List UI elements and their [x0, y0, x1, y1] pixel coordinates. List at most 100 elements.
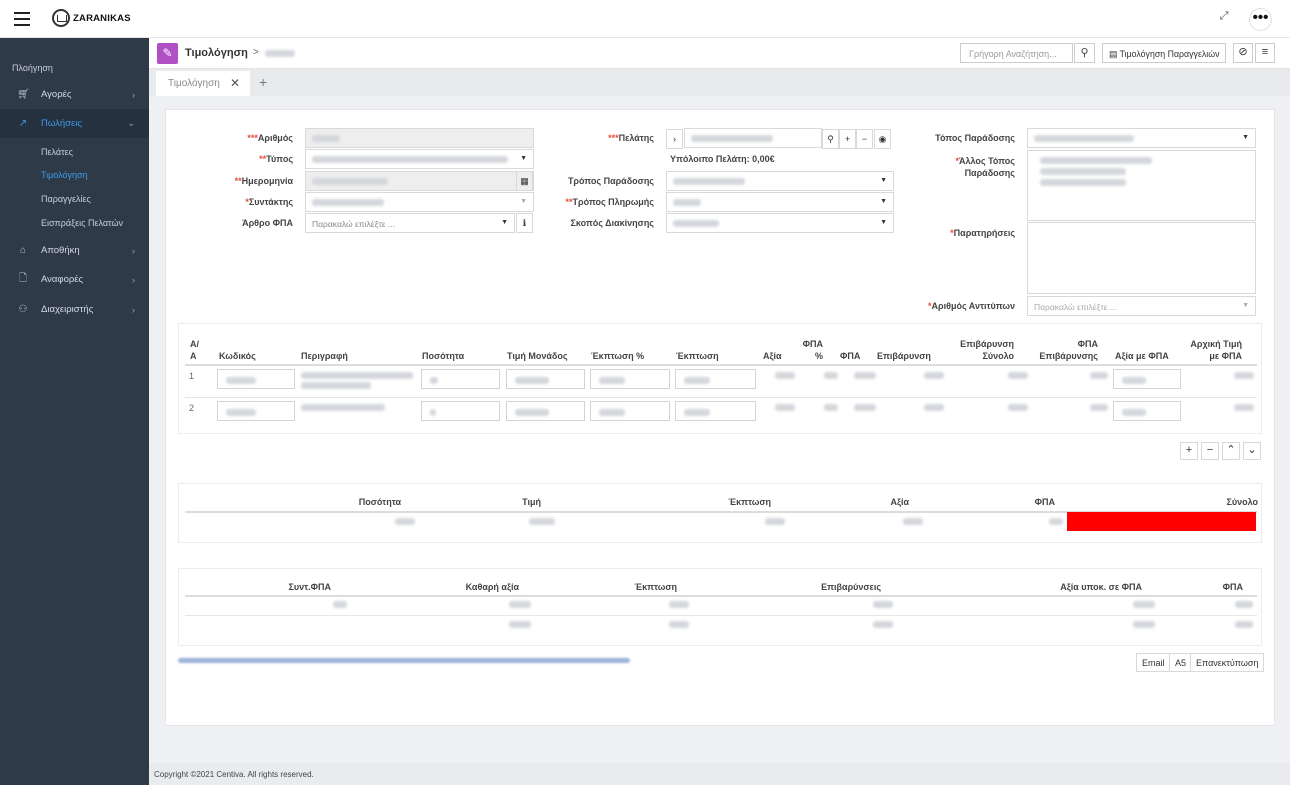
discount-pct-input[interactable]	[590, 369, 670, 389]
reprint-button[interactable]: Επανεκτύπωση	[1190, 653, 1265, 672]
add-row-button[interactable]: +	[1180, 442, 1198, 460]
list-icon[interactable]: ≡	[1255, 43, 1275, 63]
unit-price-input[interactable]	[506, 369, 585, 389]
add-customer-icon[interactable]: +	[839, 129, 856, 149]
caret-down-icon: ▼	[880, 219, 887, 226]
customer-field[interactable]	[684, 128, 822, 148]
number-label: ***Αριθμός	[247, 133, 293, 143]
remove-row-button[interactable]: −	[1201, 442, 1219, 460]
column-header-vat: ΦΠΑ	[1222, 582, 1243, 592]
totals-table: Ποσότητα Τιμή Έκπτωση Αξία ΦΠΑ Σύνολο	[178, 483, 1262, 543]
row-number: 1	[189, 371, 195, 381]
payment-method-select[interactable]: ▼	[666, 192, 894, 212]
vat-article-label: Άρθρο ΦΠΑ	[242, 218, 293, 228]
value-redacted	[775, 372, 795, 379]
document-link[interactable]	[178, 658, 630, 663]
shipment-purpose-select[interactable]: ▼	[666, 213, 894, 233]
a5-button[interactable]: A5	[1169, 653, 1193, 672]
discount-pct-input[interactable]	[590, 401, 670, 421]
vat-pct-redacted	[824, 404, 838, 411]
grand-total-cell	[1067, 512, 1256, 531]
more-options-button[interactable]: •••	[1249, 8, 1272, 31]
search-icon[interactable]: ⚲	[1074, 43, 1095, 63]
column-header-discount: Έκπτωση	[728, 497, 771, 507]
ban-icon[interactable]: ⊘	[1233, 43, 1253, 63]
sidebar-item-warehouse[interactable]: ⌂ Αποθήκη ›	[0, 236, 149, 265]
chart-line-icon: ↗	[18, 118, 28, 129]
code-input[interactable]	[217, 369, 295, 389]
sidebar-subitem-invoicing[interactable]: Τιμολόγηση	[41, 170, 88, 180]
net-value-redacted	[509, 601, 531, 608]
discount-input[interactable]	[675, 401, 756, 421]
discount-input[interactable]	[675, 369, 756, 389]
close-icon[interactable]: ✕	[230, 76, 240, 90]
brand-logo[interactable]: ZARANIKAS	[52, 9, 131, 27]
date-field[interactable]	[305, 171, 534, 191]
total-discount-redacted	[765, 518, 785, 525]
add-tab-icon[interactable]: +	[259, 74, 267, 90]
notes-textarea[interactable]	[1027, 222, 1256, 294]
column-header-total: Σύνολο	[1226, 497, 1258, 507]
type-label: **Τύπος	[259, 154, 293, 164]
calendar-icon[interactable]: ▦	[516, 171, 533, 191]
vat-article-select[interactable]: Παρακαλώ επιλέξτε ... ▼	[305, 213, 515, 233]
vat-redacted	[1235, 601, 1253, 608]
author-select[interactable]: ▼	[305, 192, 534, 212]
search-icon[interactable]: ⚲	[822, 129, 839, 149]
other-place-label: *Άλλος Τόπος Παράδοσης	[955, 156, 1016, 178]
type-select[interactable]: ▼	[305, 149, 534, 169]
delivery-place-select[interactable]: ▼	[1027, 128, 1256, 148]
move-row-down-button[interactable]: ⌄	[1243, 442, 1261, 460]
quantity-input[interactable]	[421, 369, 500, 389]
original-price-redacted	[1234, 404, 1254, 411]
column-header-discount-pct: Έκπτωση %	[591, 351, 645, 361]
sidebar-subitem-orders[interactable]: Παραγγελίες	[41, 194, 91, 204]
sidebar-subitem-customer-receipts[interactable]: Εισπράξεις Πελατών	[41, 218, 123, 228]
view-customer-icon[interactable]: ◉	[874, 129, 891, 149]
tab-label: Τιμολόγηση	[168, 78, 220, 89]
sidebar-item-label: Αγορές	[41, 89, 72, 100]
column-header-quantity: Ποσότητα	[358, 497, 401, 507]
column-header-taxable-value: Αξία υποκ. σε ΦΠΑ	[1060, 582, 1142, 592]
edit-icon: ✎	[157, 43, 178, 64]
column-header-surcharges: Επιβαρύνσεις	[821, 582, 881, 592]
page-title: Τιμολόγηση	[185, 47, 248, 59]
unit-price-input[interactable]	[506, 401, 585, 421]
column-header-quantity: Ποσότητα	[422, 351, 465, 361]
code-input[interactable]	[217, 401, 295, 421]
move-row-up-button[interactable]: ⌃	[1222, 442, 1240, 460]
tab-invoicing[interactable]: Τιμολόγηση ✕	[156, 71, 250, 96]
invoice-orders-button[interactable]: ▤ Τιμολόγηση Παραγγελιών	[1102, 43, 1226, 63]
breadcrumb-separator: >	[253, 47, 259, 58]
quantity-input[interactable]	[421, 401, 500, 421]
column-header-discount: Έκπτωση	[676, 351, 719, 361]
remove-customer-icon[interactable]: −	[856, 129, 873, 149]
column-header-vat-rate: Συντ.ΦΠΑ	[288, 582, 331, 592]
number-field[interactable]	[305, 128, 534, 148]
total-quantity-redacted	[395, 518, 415, 525]
sidebar-item-admin[interactable]: ⚇ Διαχειριστής ›	[0, 295, 149, 324]
row-number: 2	[189, 403, 195, 413]
caret-down-icon: ▼	[1242, 302, 1249, 309]
author-label: *Συντάκτης	[245, 197, 293, 207]
delivery-method-select[interactable]: ▼	[666, 171, 894, 191]
sidebar-subitem-customers[interactable]: Πελάτες	[41, 147, 73, 157]
hamburger-menu-icon[interactable]	[14, 12, 30, 26]
caret-down-icon: ▼	[520, 198, 527, 205]
sidebar-item-reports[interactable]: 🗋︎ Αναφορές ›	[0, 265, 149, 294]
quick-search-input[interactable]: Γρήγορη Αναζήτηση...	[960, 43, 1073, 63]
column-header-vat-pct: ΦΠΑ%	[802, 339, 823, 361]
other-place-textarea[interactable]	[1027, 150, 1256, 221]
email-button[interactable]: Email	[1136, 653, 1171, 672]
sidebar-item-sales[interactable]: ↗ Πωλήσεις ⌄	[0, 109, 149, 138]
sidebar-item-purchases[interactable]: 🛒︎ Αγορές ›	[0, 80, 149, 109]
value-with-vat-input[interactable]	[1113, 369, 1181, 389]
copies-select[interactable]: Παρακαλώ επιλέξτε ... ▼	[1027, 296, 1256, 316]
value-with-vat-input[interactable]	[1113, 401, 1181, 421]
fullscreen-icon[interactable]: ⤢	[1217, 10, 1231, 24]
vat-rate-redacted	[333, 601, 347, 608]
info-icon[interactable]: ℹ	[516, 213, 533, 233]
discount-redacted	[669, 621, 689, 628]
chevron-right-icon[interactable]: ›	[666, 129, 683, 149]
sidebar-item-label: Διαχειριστής	[41, 304, 94, 315]
